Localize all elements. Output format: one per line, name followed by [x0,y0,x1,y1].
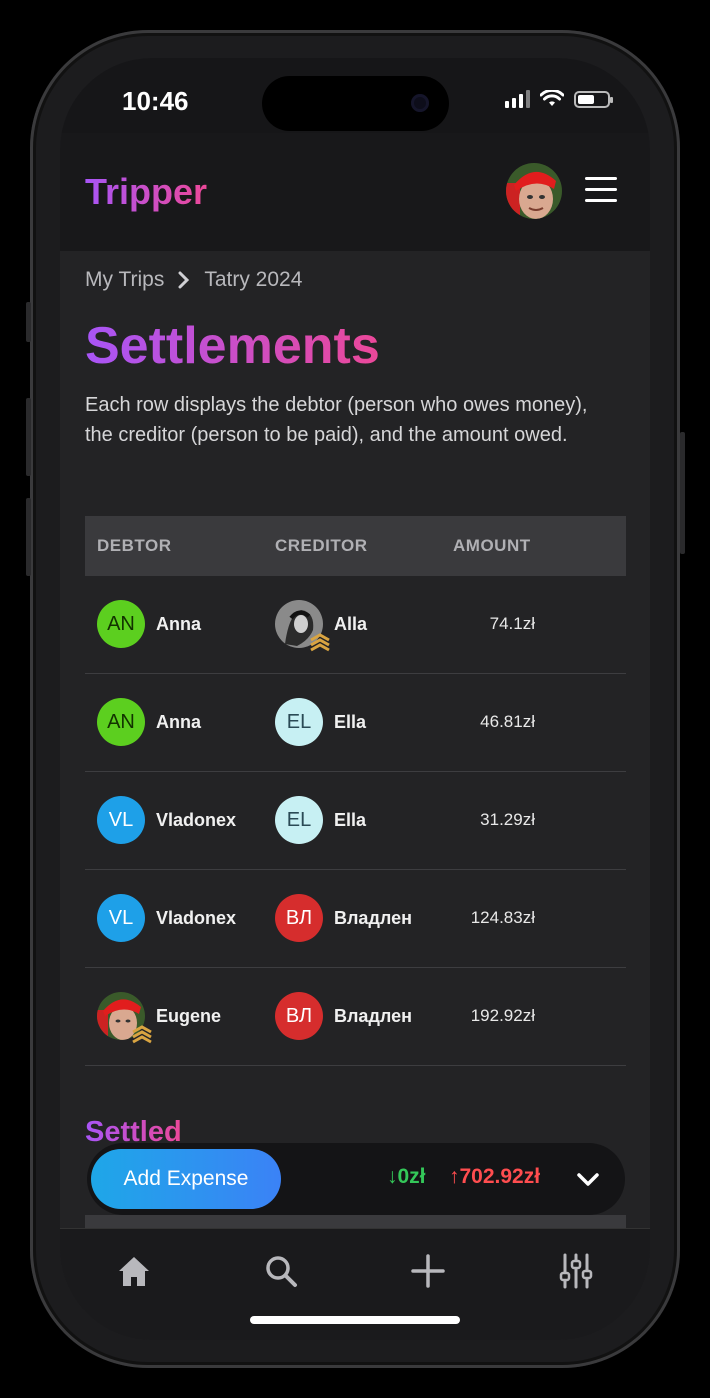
wifi-icon [540,90,564,106]
table-row[interactable]: VL Vladonex EL Ella 31.29zł [85,772,626,870]
header-creditor: CREDITOR [275,536,368,555]
amount-value: 46.81zł [480,712,535,731]
page-title: Settlements [85,317,380,375]
action-bar: Add Expense ↓0zł ↑702.92zł [87,1143,625,1215]
debtor-name: Eugene [156,1005,222,1026]
add-expense-button[interactable]: Add Expense [91,1149,281,1209]
rank-badge-icon [132,1025,152,1044]
camera-icon [411,94,429,112]
header-debtor: DEBTOR [97,536,172,555]
debtor-cell: AN Anna [97,600,201,648]
table-header: DEBTOR CREDITOR AMOUNT [85,516,626,576]
user-avatar[interactable] [506,163,562,219]
avatar: EL [275,796,323,844]
table-row[interactable]: VL Vladonex ВЛ Владлен 124.83zł [85,870,626,968]
chevron-right-icon [178,271,190,289]
signal-icon [505,90,530,108]
avatar: AN [97,600,145,648]
status-time: 10:46 [122,86,189,116]
debtor-name: Vladonex [156,907,237,928]
avatar: EL [275,698,323,746]
debtor-cell: VL Vladonex [97,894,236,942]
table-row[interactable]: AN Anna EL Ella 46.81zł [85,674,626,772]
avatar [97,992,152,1044]
status-icons [505,90,613,108]
side-button-silent [26,302,31,342]
balance-owed-to-me: ↓0zł [387,1165,426,1188]
creditor-cell: EL Ella [275,796,366,844]
creditor-cell: EL Ella [275,698,366,746]
creditor-cell: ВЛ Владлен [275,992,412,1040]
plus-icon[interactable] [408,1251,448,1291]
creditor-name: Ella [334,809,367,830]
sliders-icon[interactable] [556,1251,596,1291]
side-button-power [680,432,685,554]
creditor-name: Ella [334,711,367,732]
battery-icon [574,90,613,108]
balance-i-owe: ↑702.92zł [449,1165,541,1188]
amount-value: 124.83zł [470,908,535,927]
breadcrumb: My Trips Tatry 2024 [85,268,302,292]
app-logo[interactable]: Tripper [85,171,207,213]
page-description: Each row displays the debtor (person who… [85,394,588,446]
creditor-cell: Alla [275,600,368,652]
table-row[interactable]: Eugene ВЛ Владлен 192.92zł [85,968,626,1066]
status-bar: 10:46 [60,58,650,133]
app-header: Tripper [60,133,650,251]
header-amount: AMOUNT [453,536,531,555]
side-button-volume-down [26,498,31,576]
table-row[interactable]: AN Anna Alla 74.1zł [85,576,626,674]
avatar: ВЛ [275,894,323,942]
avatar [275,600,330,652]
amount-value: 74.1zł [489,614,535,633]
debtor-name: Anna [156,613,201,634]
avatar: ВЛ [275,992,323,1040]
screen: 10:46 Tripper My Trips Tatry 2024 Settle… [60,58,650,1340]
creditor-name: Владлен [334,1005,412,1026]
home-indicator[interactable] [250,1316,460,1324]
search-icon[interactable] [261,1251,301,1291]
menu-icon[interactable] [585,177,617,205]
rank-badge-icon [310,633,330,652]
dynamic-island [262,76,449,131]
avatar: VL [97,796,145,844]
creditor-name: Alla [334,613,368,634]
settlements-table: DEBTOR CREDITOR AMOUNT AN Anna Alla 74.1… [85,516,626,1066]
debtor-cell: VL Vladonex [97,796,236,844]
debtor-cell: Eugene [97,992,222,1044]
debtor-name: Vladonex [156,809,237,830]
side-button-volume-up [26,398,31,476]
settled-table-header [85,1215,626,1229]
amount-value: 192.92zł [470,1006,535,1025]
home-icon[interactable] [114,1251,154,1291]
avatar: VL [97,894,145,942]
breadcrumb-current[interactable]: Tatry 2024 [204,268,302,292]
breadcrumb-my-trips[interactable]: My Trips [85,268,164,292]
debtor-name: Anna [156,711,201,732]
avatar: AN [97,698,145,746]
chevron-down-icon[interactable] [576,1169,600,1189]
creditor-name: Владлен [334,907,412,928]
debtor-cell: AN Anna [97,698,201,746]
creditor-cell: ВЛ Владлен [275,894,412,942]
amount-value: 31.29zł [480,810,535,829]
